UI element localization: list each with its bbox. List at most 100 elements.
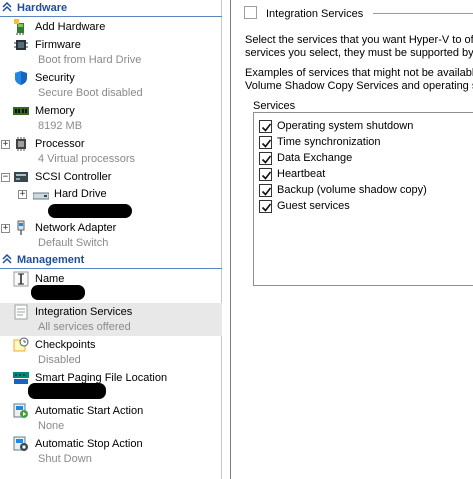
nav-item-smart-paging[interactable]: Smart Paging File Location [0,369,222,402]
hardware-section-title: Hardware [17,2,68,14]
automatic-start-icon [13,403,28,418]
integration-services-icon [14,304,28,320]
nav-item-name[interactable]: Name [0,270,222,303]
nav-item-integration-services[interactable]: Integration Services All services offere… [0,303,222,336]
hardware-section-header[interactable]: Hardware [0,0,222,17]
collapse-chevron-icon[interactable] [2,254,12,264]
redacted-paging-path [28,383,106,399]
integration-services-icon [244,6,257,19]
checkbox[interactable] [259,120,272,133]
checkmark-icon [261,203,272,212]
scsi-controller-icon [14,172,28,182]
expand-toggle-icon[interactable]: + [1,140,10,149]
hard-drive-icon [33,192,49,200]
nav-item-label: Add Hardware [35,21,106,33]
examples-line: Examples of services that might not be a… [245,67,473,79]
nav-item-summary: 8192 MB [38,120,83,132]
nav-item-security[interactable]: Security Secure Boot disabled [0,69,222,102]
checkmark-icon [261,123,272,132]
firmware-chip-icon [14,40,28,50]
nav-item-scsi-controller[interactable]: − SCSI Controller [0,168,222,186]
redacted-vm-name [31,285,85,300]
section-divider [0,16,222,17]
collapse-toggle-icon[interactable]: − [1,173,10,182]
checkmark-icon [261,187,272,196]
service-operating-system-shutdown[interactable]: Operating system shutdown [259,118,473,134]
examples-line: Volume Shadow Copy Services and operatin… [245,80,473,92]
checkmark-icon [261,155,272,164]
service-label: Backup (volume shadow copy) [277,184,427,196]
nav-item-summary: Secure Boot disabled [38,87,143,99]
nav-item-label: Name [35,273,65,285]
memory-module-icon [13,107,29,115]
checkbox[interactable] [259,184,272,197]
nav-item-summary: Boot from Hard Drive [38,54,142,66]
nav-item-add-hardware[interactable]: Add Hardware [0,18,222,36]
service-time-synchronization[interactable]: Time synchronization [259,134,473,150]
collapse-chevron-icon[interactable] [2,2,12,12]
nav-item-label: Network Adapter [35,222,117,234]
nav-item-automatic-stop-action[interactable]: Automatic Stop Action Shut Down [0,435,222,468]
service-label: Guest services [277,200,350,212]
description-line: services you select, they must be suppor… [245,47,473,59]
group-header-rule [373,13,473,14]
nav-item-network-adapter[interactable]: + Network Adapter Default Switch [0,219,222,252]
nav-item-automatic-start-action[interactable]: Automatic Start Action None [0,402,222,435]
nav-item-summary: Default Switch [38,237,109,249]
nav-item-label: Automatic Stop Action [35,438,143,450]
smart-paging-icon [13,372,29,384]
name-text-cursor-icon [13,271,29,287]
nav-item-label: SCSI Controller [35,171,112,183]
nav-item-checkpoints[interactable]: Checkpoints Disabled [0,336,222,369]
integration-services-group-header: Integration Services [231,0,473,24]
section-divider [0,268,222,269]
service-heartbeat[interactable]: Heartbeat [259,166,473,182]
management-section-title: Management [17,254,85,266]
checkmark-icon [261,171,272,180]
nav-item-label: Hard Drive [54,188,107,200]
checkbox[interactable] [259,152,272,165]
nav-item-label: Checkpoints [35,339,96,351]
nav-item-summary: All services offered [38,321,131,333]
nav-item-label: Memory [35,105,75,117]
nav-item-hard-drive[interactable]: + Hard Drive [0,187,222,221]
automatic-stop-icon [13,436,28,451]
service-label: Heartbeat [277,168,326,180]
service-label: Data Exchange [277,152,353,164]
shield-icon [15,71,27,85]
management-section-header[interactable]: Management [0,252,222,269]
nav-item-label: Firmware [35,39,81,51]
expand-toggle-icon[interactable]: + [1,224,10,233]
integration-services-details-pane: Integration Services Select the services… [230,0,473,479]
nav-item-processor[interactable]: + Processor 4 Virtual processors [0,135,222,168]
service-backup[interactable]: Backup (volume shadow copy) [259,182,473,198]
nav-item-summary: Disabled [38,354,81,366]
nav-item-label: Automatic Start Action [35,405,144,417]
nav-item-summary: Shut Down [38,453,92,465]
nav-item-memory[interactable]: Memory 8192 MB [0,102,222,135]
nav-item-firmware[interactable]: Firmware Boot from Hard Drive [0,36,222,69]
service-data-exchange[interactable]: Data Exchange [259,150,473,166]
service-guest-services[interactable]: Guest services [259,198,473,214]
description-line: Select the services that you want Hyper-… [245,34,473,46]
add-hardware-icon [14,19,24,35]
processor-icon [16,137,26,151]
nav-item-label: Integration Services [35,306,133,318]
nav-item-summary: None [38,420,65,432]
checkbox[interactable] [259,136,272,149]
checkmark-icon [261,139,272,148]
nav-item-label: Security [35,72,75,84]
nav-item-summary: 4 Virtual processors [38,153,136,165]
services-label: Services [253,100,296,112]
checkbox[interactable] [259,200,272,213]
checkbox[interactable] [259,168,272,181]
network-adapter-icon [17,220,25,235]
nav-item-label: Processor [35,138,85,150]
expand-toggle-icon[interactable]: + [18,190,27,199]
services-checklist[interactable]: Operating system shutdown Time synchroni… [253,112,473,286]
service-label: Time synchronization [277,136,381,148]
settings-navigation-pane: Hardware Add Hardware Firmware Boot from… [0,0,222,479]
checkpoint-icon [13,337,29,352]
redacted-path [48,204,132,218]
group-title: Integration Services [266,8,364,20]
